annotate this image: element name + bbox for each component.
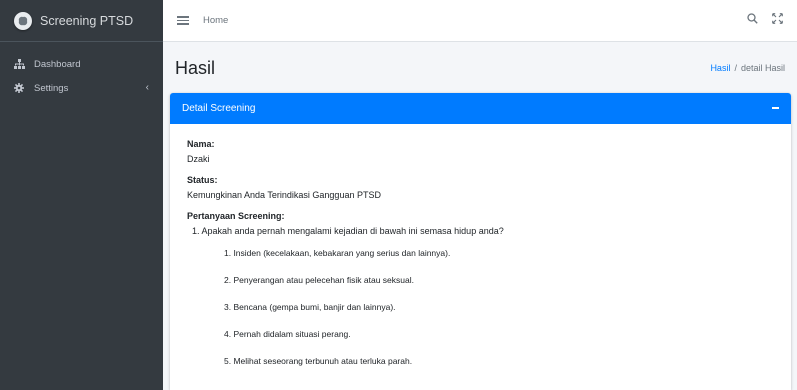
list-item: 1. Insiden (kecelakaan, kebakaran yang s… [224, 247, 451, 258]
sidebar: Screening PTSD Dashboard Settings ‹ [0, 0, 163, 390]
gear-icon [14, 83, 28, 93]
sidebar-nav: Dashboard Settings ‹ [0, 42, 163, 100]
brand-title: Screening PTSD [40, 13, 134, 28]
search-icon[interactable] [747, 13, 758, 26]
menu-icon[interactable] [177, 16, 189, 25]
field-nama: Nama: Dzaki [187, 139, 774, 164]
field-label: Status: [187, 175, 218, 185]
question-text: 1. Apakah anda pernah mengalami kejadian… [192, 226, 504, 236]
breadcrumb: Hasil / detail Hasil [710, 63, 785, 73]
field-label: Nama: [187, 139, 215, 149]
questions-label: Pertanyaan Screening: [187, 211, 285, 221]
list-item: 3. Bencana (gempa bumi, banjir dan lainn… [224, 301, 396, 312]
list-item: 2. Penyerangan atau pelecehan fisik atau… [224, 274, 414, 285]
sidebar-item-settings[interactable]: Settings ‹ [0, 76, 163, 100]
breadcrumb-link-hasil[interactable]: Hasil [710, 63, 730, 73]
home-link[interactable]: Home [203, 15, 228, 26]
chevron-left-icon: ‹ [145, 82, 149, 93]
brand-link[interactable]: Screening PTSD [0, 0, 163, 42]
sidebar-item-label: Settings [34, 82, 69, 94]
card-header: Detail Screening [170, 93, 791, 124]
page-title: Hasil [175, 58, 216, 78]
breadcrumb-current: detail Hasil [740, 63, 785, 73]
field-value: Dzaki [187, 154, 210, 164]
sitemap-icon [14, 59, 28, 69]
card-title: Detail Screening [182, 103, 256, 114]
expand-icon[interactable] [772, 13, 783, 26]
top-navbar: Home [163, 0, 797, 42]
detail-screening-card: Detail Screening Nama: Dzaki Status: Kem… [170, 93, 791, 390]
list-item: 4. Pernah didalam situasi perang. [224, 328, 351, 339]
collapse-icon[interactable] [769, 102, 781, 114]
content-header: Hasil Hasil / detail Hasil [163, 42, 797, 92]
sidebar-item-label: Dashboard [34, 58, 81, 70]
field-status: Status: Kemungkinan Anda Terindikasi Gan… [187, 175, 774, 200]
list-item: 5. Melihat seseorang terbunuh atau terlu… [224, 355, 413, 366]
options-list: 1. Insiden (kecelakaan, kebakaran yang s… [224, 239, 774, 374]
sidebar-item-dashboard[interactable]: Dashboard [0, 52, 163, 76]
brain-logo-icon [14, 11, 32, 30]
card-body: Nama: Dzaki Status: Kemungkinan Anda Ter… [170, 124, 791, 374]
screening-questions: Pertanyaan Screening: 1. Apakah anda per… [187, 211, 774, 374]
navbar-actions [747, 13, 783, 26]
breadcrumb-separator: / [734, 63, 737, 73]
field-value: Kemungkinan Anda Terindikasi Gangguan PT… [187, 190, 381, 200]
